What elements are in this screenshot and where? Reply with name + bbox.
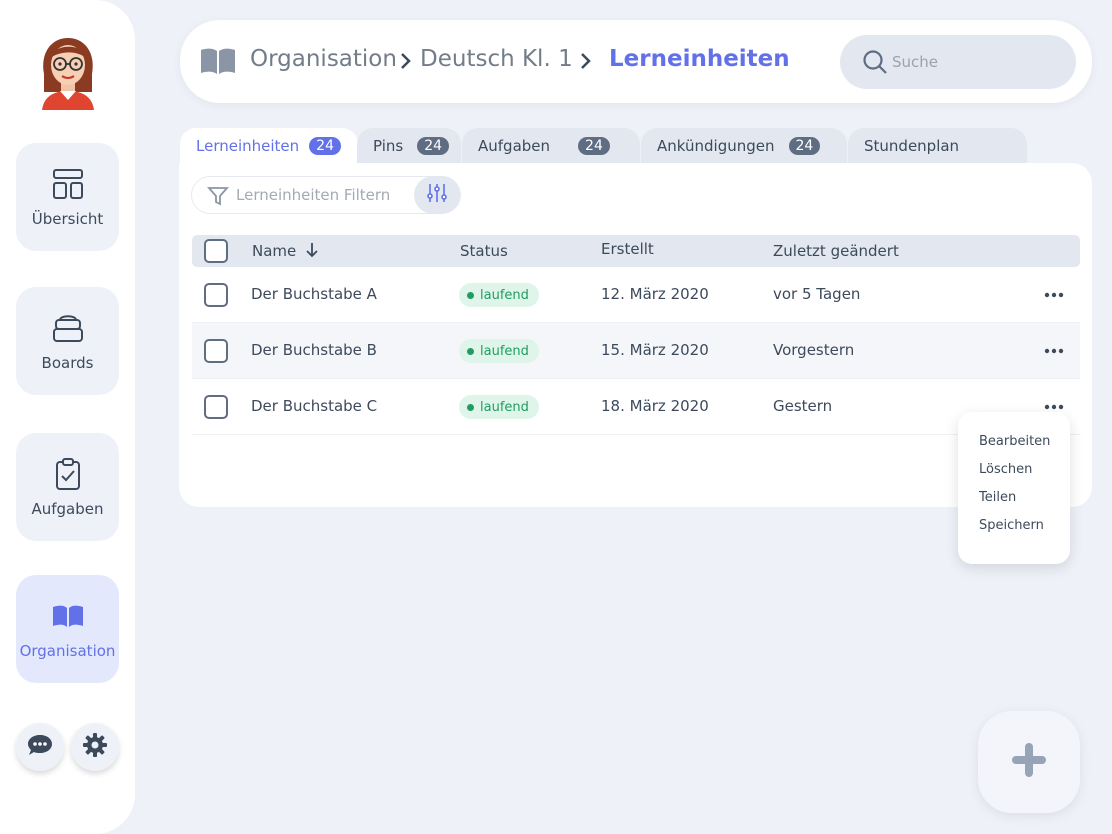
menu-item-loeschen[interactable]: Löschen xyxy=(958,460,1070,488)
count-badge: 24 xyxy=(309,137,341,155)
sidebar-item-label: Übersicht xyxy=(31,210,104,228)
table-row[interactable]: Der Buchstabe B laufend 15. März 2020 Vo… xyxy=(192,323,1080,379)
tab-stundenplan[interactable]: Stundenplan xyxy=(848,128,1027,164)
avatar[interactable] xyxy=(38,34,98,112)
breadcrumb-current: Lerneinheiten xyxy=(609,46,790,72)
column-header-label: Name xyxy=(252,242,297,260)
table-header: Name Status Erstellt Zuletzt geändert xyxy=(192,235,1080,267)
row-created: 12. März 2020 xyxy=(601,285,709,303)
sidebar: Übersicht Boards Aufgaben Organisation xyxy=(0,0,135,834)
row-checkbox[interactable] xyxy=(204,395,228,419)
row-created: 18. März 2020 xyxy=(601,397,709,415)
sidebar-item-label: Boards xyxy=(41,354,94,372)
sidebar-item-organisation[interactable]: Organisation xyxy=(16,575,119,683)
search-box xyxy=(840,35,1076,89)
menu-item-speichern[interactable]: Speichern xyxy=(958,516,1070,544)
count-badge: 24 xyxy=(788,137,821,155)
chevron-right-icon xyxy=(580,53,592,73)
status-badge: laufend xyxy=(459,339,539,363)
count-badge: 24 xyxy=(578,137,610,155)
arrow-down-icon xyxy=(301,242,319,260)
chevron-right-icon xyxy=(400,53,412,73)
menu-item-teilen[interactable]: Teilen xyxy=(958,488,1070,516)
settings-button[interactable] xyxy=(71,723,119,771)
tab-lerneinheiten[interactable]: Lerneinheiten 24 xyxy=(180,128,358,164)
status-dot xyxy=(467,347,474,355)
book-open-icon xyxy=(200,47,236,79)
clipboard-check-icon xyxy=(50,456,86,492)
filter-box xyxy=(191,176,461,214)
row-checkbox[interactable] xyxy=(204,339,228,363)
more-horizontal-icon xyxy=(1044,404,1064,410)
filter-input[interactable] xyxy=(236,184,406,206)
sidebar-item-boards[interactable]: Boards xyxy=(16,287,119,395)
plus-icon xyxy=(1010,741,1048,783)
status-label: laufend xyxy=(480,287,529,303)
sidebar-item-label: Organisation xyxy=(19,642,116,660)
row-name: Der Buchstabe B xyxy=(251,341,377,359)
status-dot xyxy=(467,291,474,299)
sidebar-item-aufgaben[interactable]: Aufgaben xyxy=(16,433,119,541)
more-horizontal-icon xyxy=(1044,348,1064,354)
chat-button[interactable] xyxy=(16,723,64,771)
status-badge: laufend xyxy=(459,283,539,307)
breadcrumb-item-deutsch[interactable]: Deutsch Kl. 1 xyxy=(420,46,573,72)
filter-settings-button[interactable] xyxy=(414,176,460,214)
row-name: Der Buchstabe C xyxy=(251,397,378,415)
more-options-button[interactable] xyxy=(1042,339,1066,363)
chat-icon xyxy=(27,733,53,761)
menu-item-bearbeiten[interactable]: Bearbeiten xyxy=(958,432,1070,460)
row-modified: Vorgestern xyxy=(773,341,855,359)
status-badge: laufend xyxy=(459,395,539,419)
more-options-button[interactable] xyxy=(1042,283,1066,307)
select-all-checkbox[interactable] xyxy=(204,239,228,263)
tab-label: Pins xyxy=(373,137,404,155)
tab-ankuendigungen[interactable]: Ankündigungen 24 xyxy=(641,128,847,164)
tab-label: Ankündigungen xyxy=(657,137,775,155)
more-horizontal-icon xyxy=(1044,292,1064,298)
row-modified: Gestern xyxy=(773,397,833,415)
row-checkbox[interactable] xyxy=(204,283,228,307)
row-created: 15. März 2020 xyxy=(601,341,709,359)
column-header-created[interactable]: Erstellt xyxy=(601,240,654,258)
table-row[interactable]: Der Buchstabe C laufend 18. März 2020 Ge… xyxy=(192,379,1080,435)
add-button[interactable] xyxy=(978,711,1080,813)
row-name: Der Buchstabe A xyxy=(251,285,377,303)
status-dot xyxy=(467,403,474,411)
layout-icon xyxy=(50,166,86,202)
tab-label: Lerneinheiten xyxy=(196,137,300,155)
tab-label: Stundenplan xyxy=(864,137,960,155)
column-header-name[interactable]: Name xyxy=(252,242,319,260)
breadcrumb-item-organisation[interactable]: Organisation xyxy=(250,46,397,72)
gear-icon xyxy=(82,732,108,762)
column-header-status[interactable]: Status xyxy=(460,242,508,260)
search-input[interactable] xyxy=(892,48,1062,76)
table-row[interactable]: Der Buchstabe A laufend 12. März 2020 vo… xyxy=(192,267,1080,323)
status-label: laufend xyxy=(480,399,529,415)
tab-pins[interactable]: Pins 24 xyxy=(357,128,461,164)
stack-icon xyxy=(50,310,86,346)
row-modified: vor 5 Tagen xyxy=(773,285,861,303)
context-menu: Bearbeiten Löschen Teilen Speichern xyxy=(958,412,1070,564)
tab-label: Aufgaben xyxy=(478,137,551,155)
tab-aufgaben[interactable]: Aufgaben 24 xyxy=(462,128,640,164)
search-icon xyxy=(862,49,888,79)
content-panel: Name Status Erstellt Zuletzt geändert De… xyxy=(179,163,1092,507)
header: Organisation Deutsch Kl. 1 Lerneinheiten xyxy=(180,20,1092,103)
sliders-icon xyxy=(426,182,448,208)
count-badge: 24 xyxy=(417,137,450,155)
sidebar-item-uebersicht[interactable]: Übersicht xyxy=(16,143,119,251)
status-label: laufend xyxy=(480,343,529,359)
sidebar-item-label: Aufgaben xyxy=(31,500,104,518)
column-header-modified[interactable]: Zuletzt geändert xyxy=(773,242,899,260)
book-open-icon xyxy=(50,598,86,634)
filter-icon xyxy=(207,185,229,211)
